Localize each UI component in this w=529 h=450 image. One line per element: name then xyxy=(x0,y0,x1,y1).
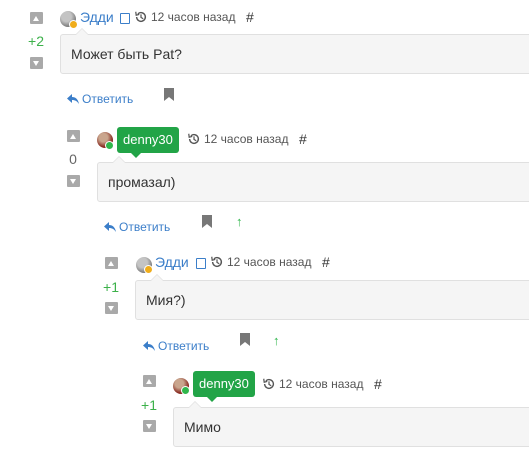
reply-label: Ответить xyxy=(158,339,210,353)
parent-link-arrow-up-icon[interactable]: ↑ xyxy=(236,214,243,229)
history-clock-icon xyxy=(263,378,275,390)
vote-down-icon[interactable] xyxy=(105,302,118,314)
vote-up-icon[interactable] xyxy=(67,130,80,142)
vote-up-icon[interactable] xyxy=(105,257,118,269)
permalink[interactable]: # xyxy=(299,131,307,147)
reply-button[interactable]: Ответить xyxy=(104,220,170,234)
status-online-icon xyxy=(181,386,190,395)
vote-down-icon[interactable] xyxy=(143,420,156,432)
vote-up-icon[interactable] xyxy=(143,375,156,387)
comment-text: промазал) xyxy=(108,174,176,190)
comment-score: +1 xyxy=(141,397,157,413)
reply-label: Ответить xyxy=(119,220,171,234)
author-name[interactable]: denny30 xyxy=(193,371,255,402)
comment-time[interactable]: 12 часов назад xyxy=(151,10,235,24)
permalink[interactable]: # xyxy=(374,376,382,392)
permalink[interactable]: # xyxy=(322,254,330,270)
comment-time[interactable]: 12 часов назад xyxy=(279,377,363,391)
reply-arrow-icon xyxy=(143,341,155,351)
status-online-icon xyxy=(105,141,114,150)
permalink[interactable]: # xyxy=(246,9,254,25)
author-name[interactable]: denny30 xyxy=(117,127,179,158)
vote-down-icon[interactable] xyxy=(67,175,80,187)
comment-text: Мимо xyxy=(184,419,221,435)
author-name[interactable]: Эдди xyxy=(155,254,189,270)
comment-time[interactable]: 12 часов назад xyxy=(204,132,288,146)
author-name[interactable]: Эдди xyxy=(80,9,114,25)
comment-score: 0 xyxy=(69,151,77,167)
reply-arrow-icon xyxy=(104,222,116,232)
history-clock-icon xyxy=(188,133,200,145)
comment-time[interactable]: 12 часов назад xyxy=(227,255,311,269)
history-clock-icon xyxy=(211,256,223,268)
bookmark-icon[interactable] xyxy=(202,215,212,228)
comment-body: Может быть Pat? xyxy=(60,28,529,74)
comment-text: Мия?) xyxy=(146,292,186,308)
comment-body: Мимо xyxy=(173,401,529,447)
vote-down-icon[interactable] xyxy=(30,57,43,69)
reply-arrow-icon xyxy=(67,94,79,104)
status-away-icon xyxy=(144,265,153,274)
bookmark-icon[interactable] xyxy=(164,88,174,101)
user-card-icon[interactable] xyxy=(196,258,206,269)
comment-body: Мия?) xyxy=(135,274,529,320)
comment-body: промазал) xyxy=(97,156,529,202)
comment-score: +2 xyxy=(28,33,44,49)
parent-link-arrow-up-icon[interactable]: ↑ xyxy=(273,333,280,348)
user-card-icon[interactable] xyxy=(120,13,130,24)
history-clock-icon xyxy=(135,11,147,23)
comment-text: Может быть Pat? xyxy=(71,46,182,62)
comment-score: +1 xyxy=(103,279,119,295)
reply-button[interactable]: Ответить xyxy=(67,92,133,106)
reply-label: Ответить xyxy=(82,92,134,106)
vote-up-icon[interactable] xyxy=(30,12,43,24)
reply-button[interactable]: Ответить xyxy=(143,339,209,353)
bookmark-icon[interactable] xyxy=(240,333,250,346)
